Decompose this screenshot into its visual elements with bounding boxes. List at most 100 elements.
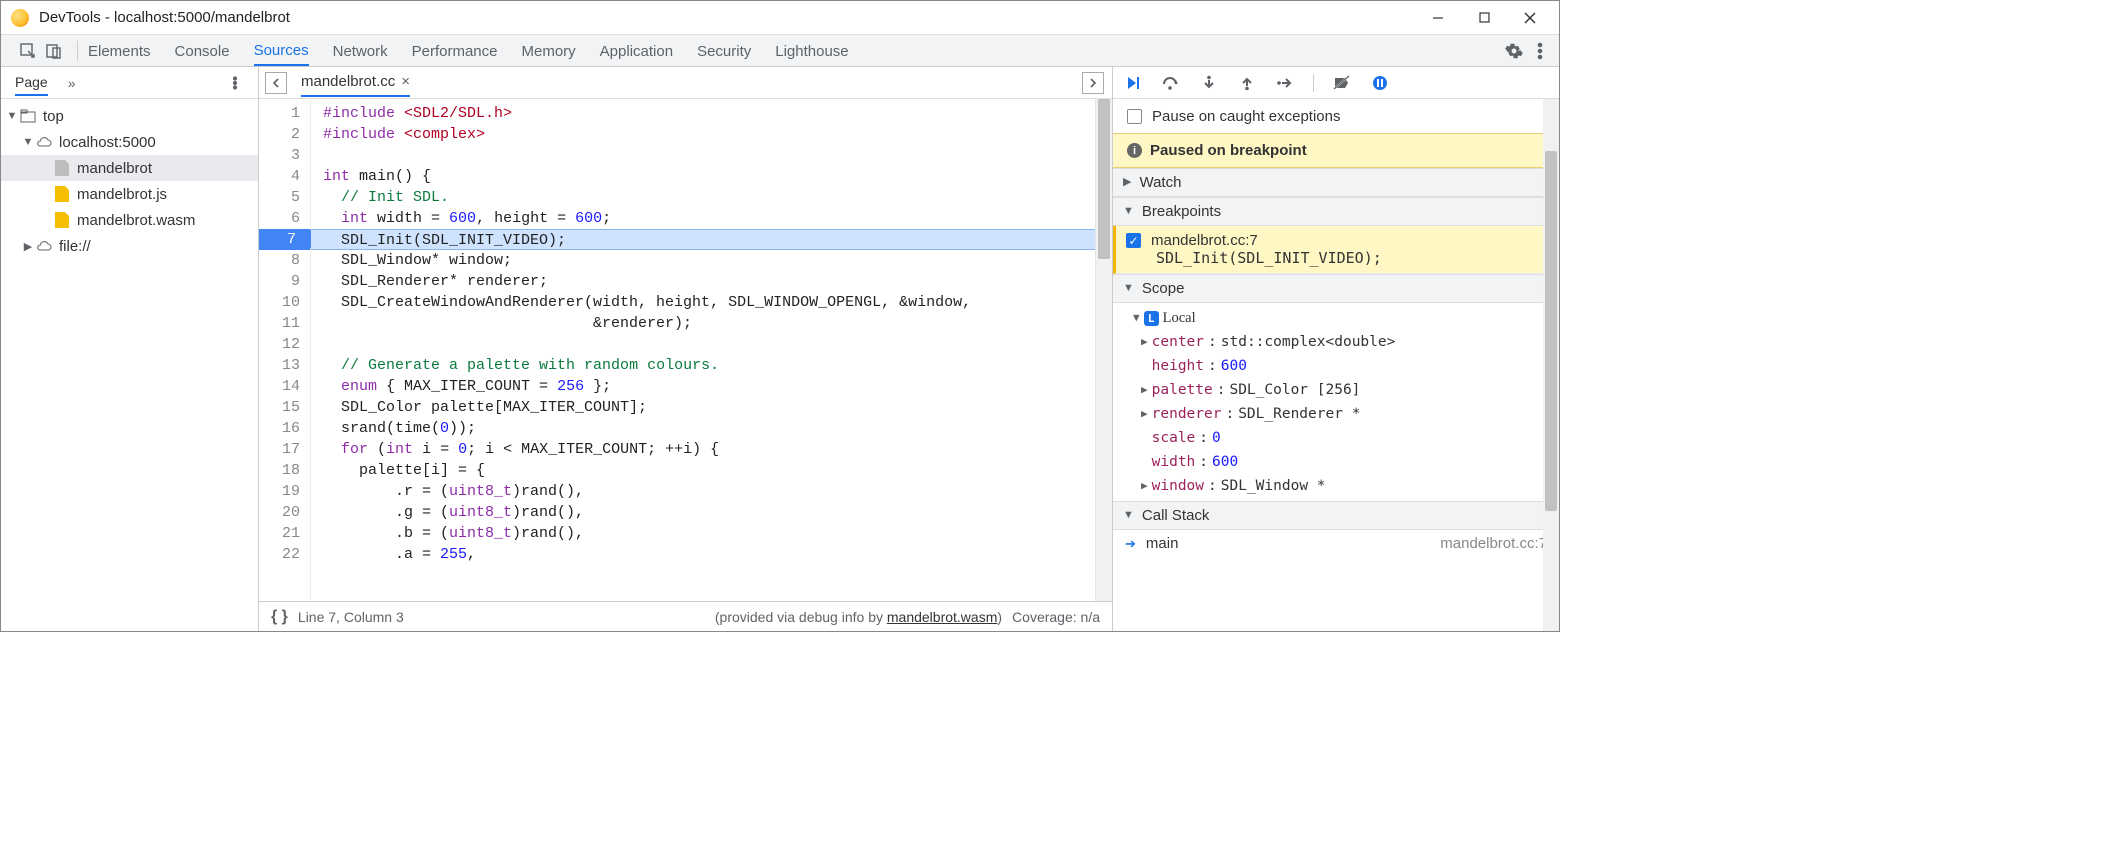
cloud-icon	[35, 134, 53, 150]
deactivate-breakpoints-icon[interactable]	[1332, 73, 1352, 93]
checkbox-checked-icon[interactable]: ✓	[1126, 233, 1141, 248]
tab-lighthouse[interactable]: Lighthouse	[775, 37, 848, 65]
file-icon	[55, 186, 69, 202]
nav-forward-icon[interactable]	[1082, 72, 1104, 94]
scrollbar-thumb[interactable]	[1545, 151, 1557, 511]
devtools-window: DevTools - localhost:5000/mandelbrot Ele…	[0, 0, 1560, 632]
step-into-icon[interactable]	[1199, 73, 1219, 93]
tab-elements[interactable]: Elements	[88, 37, 151, 65]
settings-icon[interactable]	[1501, 38, 1527, 64]
window-title: DevTools - localhost:5000/mandelbrot	[39, 9, 290, 26]
tree-top-label: top	[43, 108, 64, 125]
scope-var[interactable]: ▶window: SDL_Window *	[1123, 474, 1559, 498]
tab-security[interactable]: Security	[697, 37, 751, 65]
device-toggle-icon[interactable]	[41, 38, 67, 64]
tree-file-mandelbrot-js[interactable]: mandelbrot.js	[1, 181, 258, 207]
file-icon	[55, 212, 69, 228]
tab-network[interactable]: Network	[333, 37, 388, 65]
tree-domain-label: localhost:5000	[59, 134, 156, 151]
editor-tab-mandelbrot-cc[interactable]: mandelbrot.cc ×	[301, 68, 410, 97]
more-icon[interactable]	[1527, 38, 1553, 64]
pane-tab-page[interactable]: Page	[15, 70, 48, 96]
breakpoint-snippet: SDL_Init(SDL_INIT_VIDEO);	[1126, 249, 1549, 267]
step-out-icon[interactable]	[1237, 73, 1257, 93]
scope-var[interactable]: ▶width: 600	[1123, 450, 1559, 474]
section-callstack[interactable]: ▼Call Stack	[1113, 501, 1559, 530]
debug-info-note: (provided via debug info by mandelbrot.w…	[715, 609, 1002, 625]
editor: mandelbrot.cc × 123456789101112131415161…	[259, 67, 1113, 631]
close-button[interactable]	[1507, 3, 1553, 33]
scope-local[interactable]: ▼ L Local	[1123, 306, 1559, 330]
section-watch[interactable]: ▶Watch	[1113, 168, 1559, 197]
code-editor[interactable]: 12345678910111213141516171819202122 #inc…	[259, 99, 1112, 601]
scope-var[interactable]: ▶renderer: SDL_Renderer *	[1123, 402, 1559, 426]
tab-memory[interactable]: Memory	[522, 37, 576, 65]
coverage-status: Coverage: n/a	[1012, 609, 1100, 625]
pause-on-caught-row[interactable]: Pause on caught exceptions	[1113, 99, 1559, 133]
editor-tab-label: mandelbrot.cc	[301, 73, 395, 90]
section-breakpoints[interactable]: ▼Breakpoints	[1113, 197, 1559, 226]
scope-var[interactable]: ▶palette: SDL_Color [256]	[1123, 378, 1559, 402]
more-panes-icon[interactable]: »	[68, 75, 76, 91]
tree-file-mandelbrot[interactable]: mandelbrot	[1, 155, 258, 181]
tree-file-scheme[interactable]: ▶ file://	[1, 233, 258, 259]
paused-banner-text: Paused on breakpoint	[1150, 142, 1307, 159]
editor-tabs: mandelbrot.cc ×	[259, 67, 1112, 99]
file-label: mandelbrot.js	[77, 186, 167, 203]
code-area[interactable]: #include <SDL2/SDL.h>#include <complex> …	[311, 99, 1095, 601]
scope-var[interactable]: ▶center: std::complex<double>	[1123, 330, 1559, 354]
gutter[interactable]: 12345678910111213141516171819202122	[259, 99, 311, 601]
section-scope[interactable]: ▼Scope	[1113, 274, 1559, 303]
nav-back-icon[interactable]	[265, 72, 287, 94]
resume-icon[interactable]	[1123, 73, 1143, 93]
pretty-print-icon[interactable]: { }	[271, 608, 288, 626]
panel-tabs: Elements Console Sources Network Perform…	[88, 36, 849, 66]
file-scheme-label: file://	[59, 238, 91, 255]
titlebar: DevTools - localhost:5000/mandelbrot	[1, 1, 1559, 35]
close-tab-icon[interactable]: ×	[401, 73, 410, 90]
frame-location: mandelbrot.cc:7	[1440, 535, 1547, 552]
step-icon[interactable]	[1275, 73, 1295, 93]
current-frame-icon: ➔	[1125, 536, 1136, 552]
tree-file-mandelbrot-wasm[interactable]: mandelbrot.wasm	[1, 207, 258, 233]
pause-on-caught-label: Pause on caught exceptions	[1152, 108, 1340, 125]
checkbox-unchecked-icon[interactable]	[1127, 109, 1142, 124]
tab-application[interactable]: Application	[600, 37, 673, 65]
tab-sources[interactable]: Sources	[254, 36, 309, 66]
editor-statusbar: { } Line 7, Column 3 (provided via debug…	[259, 601, 1112, 631]
debug-body: Pause on caught exceptions i Paused on b…	[1113, 99, 1559, 631]
debug-scrollbar[interactable]	[1543, 99, 1559, 631]
callstack-frame[interactable]: ➔ main mandelbrot.cc:7	[1113, 530, 1559, 557]
cursor-position: Line 7, Column 3	[298, 609, 404, 625]
pause-on-exceptions-icon[interactable]	[1370, 73, 1390, 93]
file-label: mandelbrot	[77, 160, 152, 177]
inspect-element-icon[interactable]	[15, 38, 41, 64]
toolbar: Elements Console Sources Network Perform…	[1, 35, 1559, 67]
tab-performance[interactable]: Performance	[412, 37, 498, 65]
scope-body: ▼ L Local ▶center: std::complex<double>▶…	[1113, 303, 1559, 501]
breakpoint-item[interactable]: ✓ mandelbrot.cc:7 SDL_Init(SDL_INIT_VIDE…	[1113, 226, 1559, 274]
file-label: mandelbrot.wasm	[77, 212, 195, 229]
step-over-icon[interactable]	[1161, 73, 1181, 93]
file-icon	[55, 160, 69, 176]
sidebar: Page » ▼ top ▼ localhost:5000 mandelbrot	[1, 67, 259, 631]
scrollbar-thumb[interactable]	[1098, 99, 1110, 259]
paused-banner: i Paused on breakpoint	[1113, 133, 1559, 168]
sidebar-header: Page »	[1, 67, 258, 99]
minimize-button[interactable]	[1415, 3, 1461, 33]
scope-var[interactable]: ▶height: 600	[1123, 354, 1559, 378]
debug-toolbar	[1113, 67, 1559, 99]
file-tree: ▼ top ▼ localhost:5000 mandelbrot mandel…	[1, 99, 258, 263]
cloud-icon	[35, 238, 53, 254]
sidebar-more-icon[interactable]	[222, 70, 248, 96]
frame-function: main	[1146, 535, 1179, 552]
info-icon: i	[1127, 143, 1142, 158]
editor-scrollbar[interactable]	[1095, 99, 1112, 601]
maximize-button[interactable]	[1461, 3, 1507, 33]
tree-domain[interactable]: ▼ localhost:5000	[1, 129, 258, 155]
tab-console[interactable]: Console	[175, 37, 230, 65]
app-icon	[11, 9, 29, 27]
debug-info-link[interactable]: mandelbrot.wasm	[887, 609, 998, 625]
scope-var[interactable]: ▶scale: 0	[1123, 426, 1559, 450]
tree-top[interactable]: ▼ top	[1, 103, 258, 129]
